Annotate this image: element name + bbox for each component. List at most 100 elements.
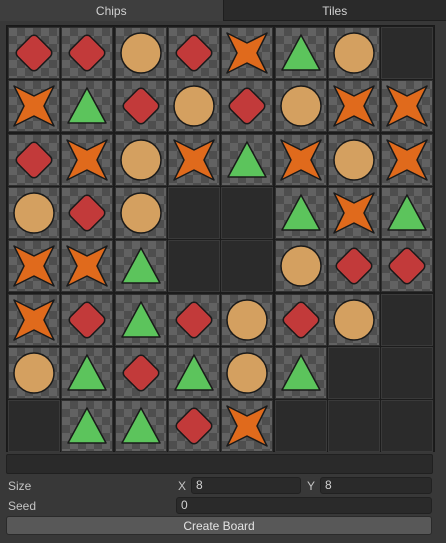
star-chip-icon [13,299,55,341]
diamond-chip-icon [335,247,373,285]
board-cell[interactable] [8,400,60,452]
board-cell[interactable] [168,80,220,132]
circle-chip-icon [280,245,322,287]
board-cell[interactable] [8,294,60,346]
triangle-chip-icon [67,407,107,444]
seed-field[interactable]: 0 [176,497,432,514]
board-cell[interactable] [115,400,167,452]
board-cell[interactable] [328,347,380,399]
board-cell[interactable] [8,187,60,239]
board-cell[interactable] [275,400,327,452]
diamond-chip-icon [15,34,53,72]
board-cell[interactable] [275,80,327,132]
board-cell[interactable] [381,134,433,186]
board-cell[interactable] [275,347,327,399]
board-cell[interactable] [275,134,327,186]
board-cell[interactable] [328,240,380,292]
star-chip-icon [226,405,268,447]
board-status-bar [6,454,433,474]
board-cell[interactable] [328,294,380,346]
tab-chips[interactable]: Chips [0,0,223,21]
diamond-chip-icon [122,354,160,392]
board-cell[interactable] [381,27,433,79]
board-cell[interactable] [328,187,380,239]
tab-bar: Chips Tiles [0,0,446,22]
tab-tiles[interactable]: Tiles [222,0,446,21]
board-cell[interactable] [275,294,327,346]
board-cell[interactable] [8,27,60,79]
board-cell[interactable] [275,240,327,292]
board-cell[interactable] [275,27,327,79]
board-cell[interactable] [61,27,113,79]
board-cell[interactable] [115,27,167,79]
diamond-chip-icon [68,194,106,232]
circle-chip-icon [120,32,162,74]
board-cell[interactable] [61,294,113,346]
board-cell[interactable] [115,240,167,292]
board-cell[interactable] [221,187,273,239]
board-cell[interactable] [328,400,380,452]
diamond-chip-icon [388,247,426,285]
star-chip-icon [13,85,55,127]
board-cell[interactable] [381,187,433,239]
board-cell[interactable] [168,134,220,186]
board-cell[interactable] [115,294,167,346]
diamond-chip-icon [68,301,106,339]
board-cell[interactable] [168,187,220,239]
board-cell[interactable] [61,400,113,452]
board-cell[interactable] [168,400,220,452]
board-cell[interactable] [115,187,167,239]
size-x-field[interactable]: 8 [191,477,301,494]
board-cell[interactable] [381,294,433,346]
board-cell[interactable] [168,27,220,79]
star-chip-icon [173,139,215,181]
circle-chip-icon [120,139,162,181]
star-chip-icon [13,245,55,287]
star-chip-icon [226,32,268,74]
board-cell[interactable] [221,240,273,292]
board-cell[interactable] [221,80,273,132]
board-cell[interactable] [61,134,113,186]
board-cell[interactable] [221,134,273,186]
board-cell[interactable] [221,27,273,79]
circle-chip-icon [173,85,215,127]
board-cell[interactable] [8,134,60,186]
triangle-chip-icon [121,247,161,284]
board-cell[interactable] [381,400,433,452]
board-cell[interactable] [328,134,380,186]
diamond-chip-icon [228,87,266,125]
circle-chip-icon [226,299,268,341]
board-cell[interactable] [328,27,380,79]
star-chip-icon [386,139,428,181]
board-cell[interactable] [115,134,167,186]
board-cell[interactable] [275,187,327,239]
board-cell[interactable] [221,347,273,399]
board-cell[interactable] [61,80,113,132]
star-chip-icon [386,85,428,127]
board-cell[interactable] [61,347,113,399]
size-y-field[interactable]: 8 [320,477,432,494]
diamond-chip-icon [175,301,213,339]
board-cell[interactable] [115,80,167,132]
triangle-chip-icon [387,194,427,231]
board-cell[interactable] [8,240,60,292]
board-cell[interactable] [8,347,60,399]
board-cell[interactable] [61,187,113,239]
create-board-button[interactable]: Create Board [6,516,432,535]
board-cell[interactable] [115,347,167,399]
board-cell[interactable] [61,240,113,292]
triangle-chip-icon [227,141,267,178]
board-cell[interactable] [381,240,433,292]
triangle-chip-icon [121,301,161,338]
board-cell[interactable] [168,347,220,399]
board-cell[interactable] [168,294,220,346]
triangle-chip-icon [281,34,321,71]
board-cell[interactable] [381,347,433,399]
board-cell[interactable] [168,240,220,292]
board-cell[interactable] [381,80,433,132]
board-cell[interactable] [221,294,273,346]
board-cell[interactable] [8,80,60,132]
board-cell[interactable] [328,80,380,132]
circle-chip-icon [120,192,162,234]
board-cell[interactable] [221,400,273,452]
